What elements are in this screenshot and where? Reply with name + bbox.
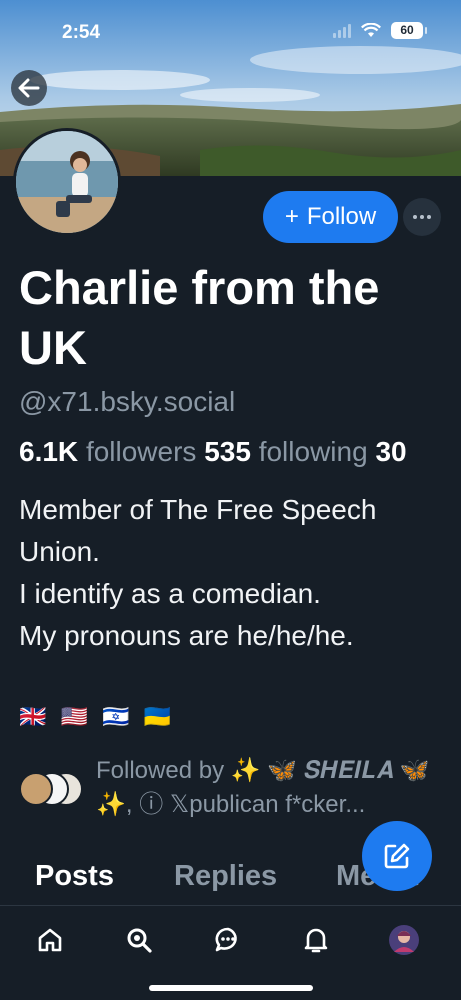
bio: Member of The Free Speech Union. I ident… — [19, 494, 377, 651]
following-label: following — [258, 436, 368, 467]
display-name: Charlie from the UK — [19, 261, 380, 374]
pencil-square-icon — [384, 843, 410, 869]
nav-search[interactable] — [119, 920, 159, 960]
arrow-left-icon — [18, 78, 40, 98]
followers-link[interactable]: 6.1K followers — [19, 436, 196, 467]
followed-by-text[interactable]: Followed by ✨ 🦋 𝑺𝑯𝑬𝑰𝑳𝑨 🦋 ✨, ⓘ 𝕏publican … — [96, 754, 441, 822]
handle: @x71.bsky.social — [19, 386, 236, 417]
follow-button[interactable]: + Follow — [263, 191, 398, 243]
tab-replies[interactable]: Replies — [174, 860, 277, 893]
status-bar: 2:54 60 — [0, 0, 461, 60]
home-indicator — [149, 985, 313, 991]
avatar — [389, 925, 419, 955]
followers-count: 6.1K — [19, 436, 79, 467]
status-icons: 60 — [333, 22, 427, 39]
bell-icon — [304, 928, 328, 953]
followers-label: followers — [85, 436, 197, 467]
ellipsis-icon — [413, 215, 417, 219]
following-link[interactable]: 535 following — [204, 436, 367, 467]
search-icon — [127, 928, 152, 953]
nav-chat[interactable] — [208, 920, 248, 960]
following-count: 535 — [204, 436, 251, 467]
known-followers-avatars[interactable] — [19, 772, 89, 808]
nav-profile[interactable] — [384, 920, 424, 960]
bio-flags: 🇬🇧 🇺🇸 🇮🇱 🇺🇦 — [19, 704, 175, 729]
battery-indicator: 60 — [391, 22, 427, 39]
tab-posts[interactable]: Posts — [35, 860, 114, 893]
nav-notifications[interactable] — [296, 920, 336, 960]
more-options-button[interactable] — [403, 198, 441, 236]
chat-icon — [215, 927, 237, 952]
posts-count: 30 — [375, 436, 407, 467]
nav-home[interactable] — [30, 920, 70, 960]
plus-icon: + — [284, 203, 299, 230]
follow-label: Follow — [306, 203, 377, 230]
signal-icon — [333, 23, 351, 38]
compose-button[interactable] — [362, 821, 432, 891]
avatar — [19, 772, 53, 806]
profile-stats: 6.1K followers 535 following 30 — [19, 436, 407, 468]
bottom-navigation — [0, 906, 461, 1000]
profile-avatar[interactable] — [13, 128, 121, 236]
wifi-icon — [361, 23, 381, 37]
home-icon — [38, 928, 62, 952]
back-button[interactable] — [11, 70, 47, 106]
status-time: 2:54 — [62, 22, 101, 43]
